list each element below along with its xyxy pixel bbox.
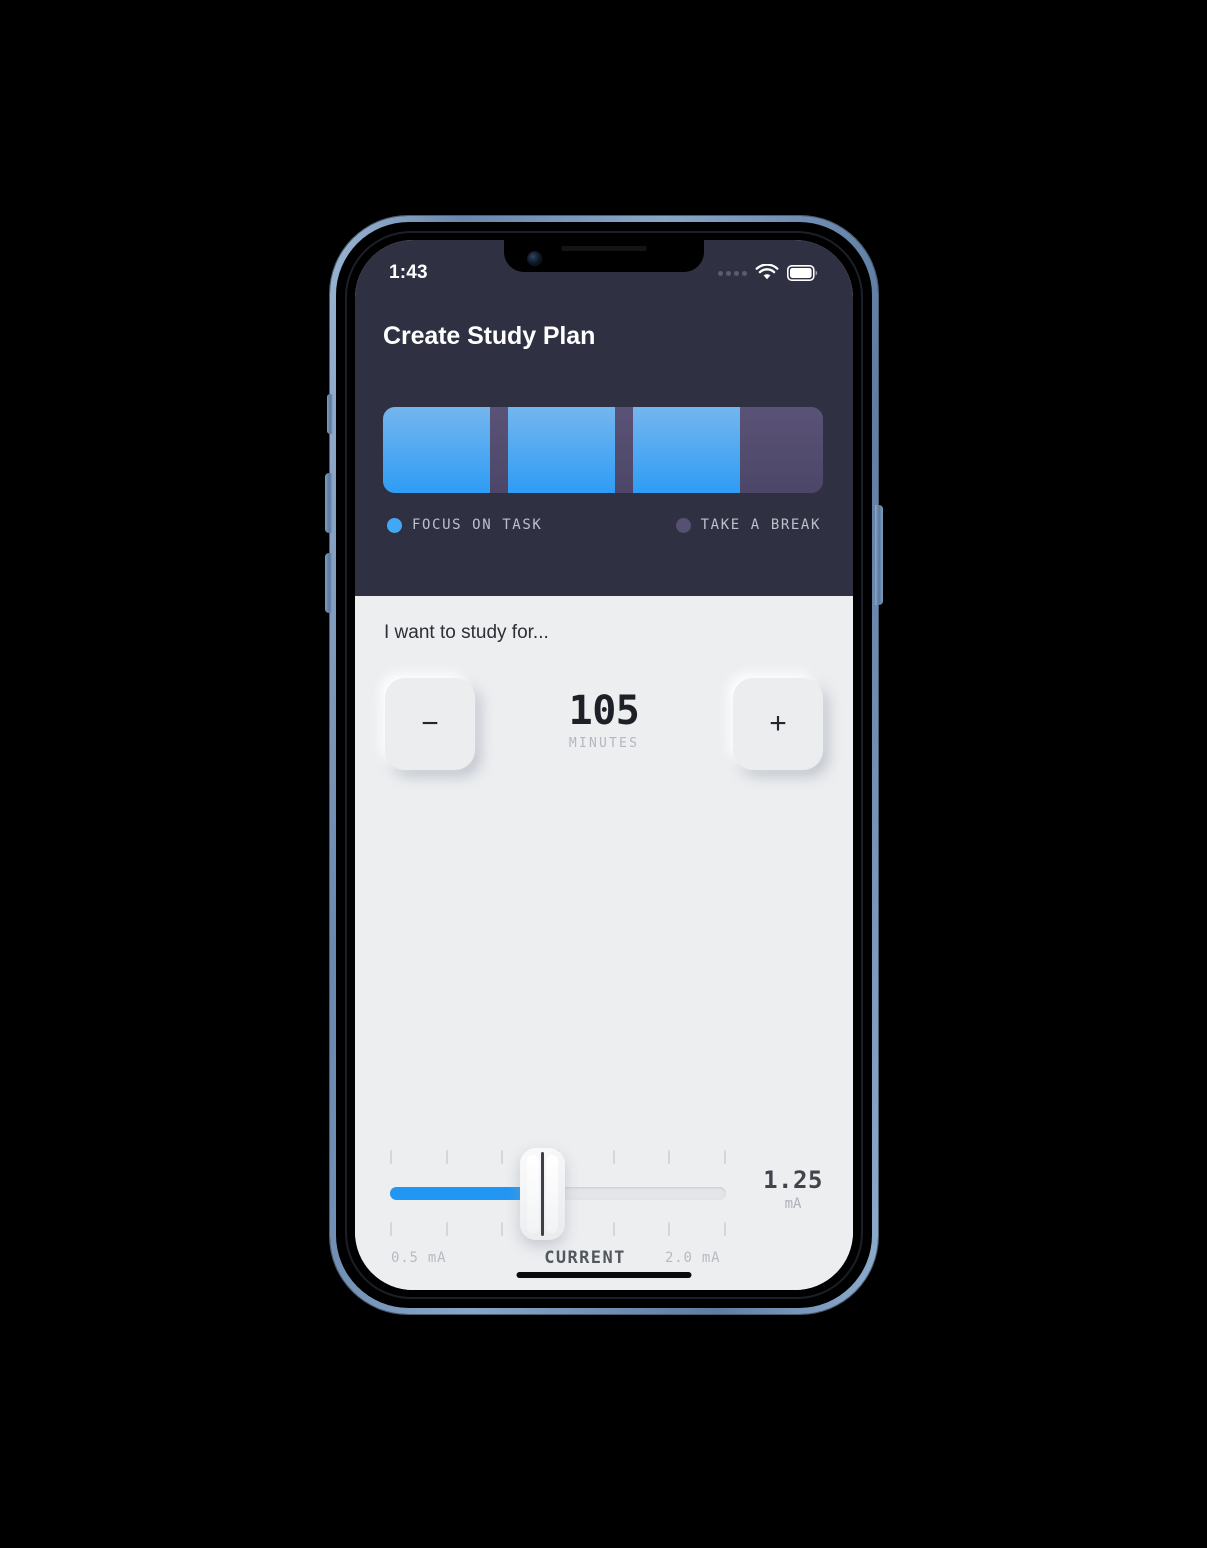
current-slider-group: 1.25 mA 0.5 mA CURRENT 2.0 mA [355,1144,853,1290]
thumb-grip-left [527,1155,539,1233]
volume-down-button[interactable] [325,553,333,613]
legend-dot-focus-icon [387,517,402,533]
thumb-center-line [541,1152,544,1236]
slider-thumb[interactable] [520,1148,565,1240]
timeline-segment-break [739,407,823,493]
power-side-button[interactable] [875,505,883,605]
legend-label-break: TAKE A BREAK [700,517,821,533]
status-bar-time: 1:43 [389,262,428,283]
timeline-segment-break [614,407,633,493]
app-header: 1:43 Create Study Plan FOCUS ON TASK TAK… [355,240,853,596]
phone-screen: 1:43 Create Study Plan FOCUS ON TASK TAK… [355,240,853,1290]
study-duration-prompt: I want to study for... [384,622,549,643]
wifi-icon [755,264,779,280]
current-value: 1.25 [763,1166,823,1194]
slider-captions: 0.5 mA CURRENT 2.0 mA [355,1248,853,1274]
plus-icon: + [769,707,787,740]
timeline-segment-focus [383,407,490,493]
phone-notch [504,240,704,272]
home-indicator[interactable] [516,1272,692,1278]
signal-dots-icon [718,270,747,276]
thumb-grip-right [546,1155,558,1233]
slider-max-label: 2.0 mA [665,1250,721,1266]
current-slider[interactable]: 1.25 mA [355,1144,853,1244]
earpiece-speaker [561,246,647,251]
legend-item-focus: FOCUS ON TASK [387,517,542,533]
timeline-segment-break [489,407,508,493]
legend-item-break: TAKE A BREAK [675,517,821,533]
timeline-segment-focus [507,407,615,493]
mute-switch[interactable] [327,394,333,434]
battery-full-icon [787,265,818,281]
volume-up-button[interactable] [325,473,333,533]
current-readout: 1.25 mA [745,1166,841,1212]
timeline-legend: FOCUS ON TASK TAKE A BREAK [383,515,823,535]
current-unit-label: mA [784,1196,802,1212]
increment-duration-button[interactable]: + [733,678,823,770]
status-bar-icons [718,264,819,282]
legend-dot-break-icon [675,517,691,533]
session-timeline [383,407,823,493]
front-camera [528,252,541,265]
page-title: Create Study Plan [383,322,596,350]
slider-min-label: 0.5 mA [391,1250,447,1266]
duration-stepper: − 105 MINUTES + [384,678,824,774]
app-body: I want to study for... − 105 MINUTES + 1… [355,596,853,1290]
legend-label-focus: FOCUS ON TASK [412,517,543,533]
timeline-segment-focus [632,407,740,493]
slider-title: CURRENT [544,1248,626,1268]
